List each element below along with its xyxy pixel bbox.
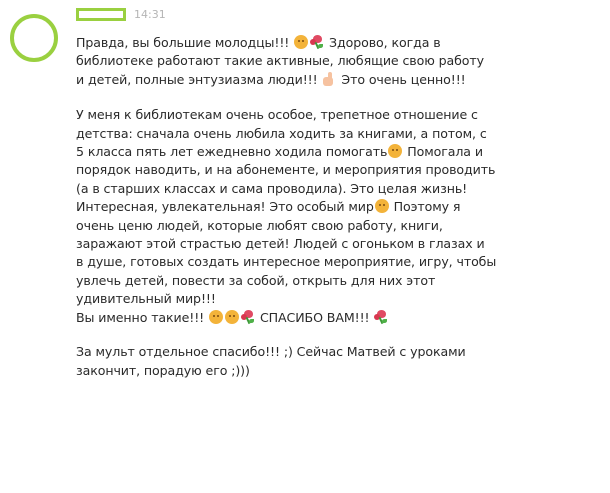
comment-paragraph: Правда, вы большие молодцы!!! Здорово, к… bbox=[76, 34, 601, 89]
author-name[interactable] bbox=[76, 8, 126, 21]
comment-line: За мульт отдельное спасибо!!! ;) Сейчас … bbox=[76, 344, 466, 360]
comment-line: удивительный мир!!! bbox=[76, 291, 216, 307]
wink-face-icon bbox=[209, 309, 224, 324]
comment-paragraph: У меня к библиотекам очень особое, трепе… bbox=[76, 106, 601, 327]
comment-paragraph: За мульт отдельное спасибо!!! ;) Сейчас … bbox=[76, 343, 601, 380]
comment-line: порядок наводить, и на абонементе, и мер… bbox=[76, 162, 496, 178]
comment-line: закончит, порадую его ;))) bbox=[76, 362, 250, 378]
comment-line: Правда, вы большие молодцы!!! Здорово, к… bbox=[76, 35, 441, 50]
comment-line: (а в старших классах и сама проводила). … bbox=[76, 180, 468, 196]
bouquet-icon bbox=[374, 309, 388, 324]
comment-line: библиотеке работают такие активные, любя… bbox=[76, 53, 484, 69]
comment-line: в душе, готовых создать интересное мероп… bbox=[76, 254, 497, 270]
comment-line: детства: сначала очень любила ходить за … bbox=[76, 125, 487, 141]
avatar[interactable] bbox=[10, 14, 58, 62]
comment-line: увлечь детей, повести за собой, открыть … bbox=[76, 272, 436, 288]
bouquet-icon bbox=[310, 35, 324, 50]
smile-face-icon bbox=[374, 199, 389, 214]
comment: 14:31 Правда, вы большие молодцы!!! Здор… bbox=[0, 0, 610, 493]
comment-line: и детей, полные энтузиазма люди!!! Это о… bbox=[76, 71, 466, 87]
comment-line: Вы именно такие!!! СПАСИБО ВАМ!!! bbox=[76, 309, 601, 327]
comment-line: Интересная, увлекательная! Это особый ми… bbox=[76, 199, 461, 215]
comment-line: очень ценю людей, которые любят свою раб… bbox=[76, 217, 443, 233]
thumbs-up-icon bbox=[322, 71, 336, 86]
smile-face-icon bbox=[388, 144, 403, 159]
wink-face-icon bbox=[294, 35, 309, 49]
comment-line: У меня к библиотекам очень особое, трепе… bbox=[76, 107, 478, 123]
comment-text: Правда, вы большие молодцы!!! Здорово, к… bbox=[76, 34, 601, 380]
comment-line: 5 класса пять лет ежедневно ходила помог… bbox=[76, 144, 483, 160]
comment-time[interactable]: 14:31 bbox=[134, 8, 166, 22]
comment-line: заражают этой страстью детей! Людей с ог… bbox=[76, 236, 485, 252]
bouquet-icon bbox=[241, 309, 255, 324]
smile-face-icon bbox=[225, 309, 240, 324]
